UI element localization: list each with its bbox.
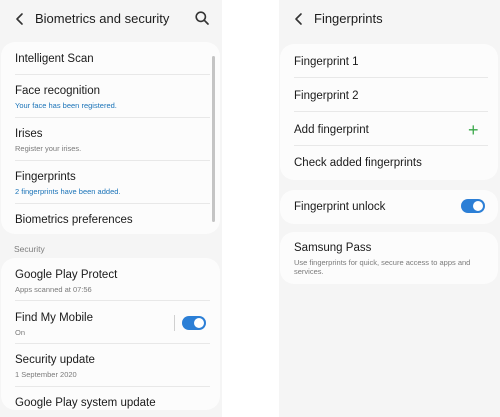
scrollbar[interactable] xyxy=(212,56,215,222)
item-status: 1 September 2020 xyxy=(15,370,77,379)
list-item-security-update[interactable]: Security update 1 September 2020 xyxy=(15,353,210,379)
item-label: Find My Mobile xyxy=(15,312,93,324)
header: Biometrics and security xyxy=(0,0,222,38)
item-label: Biometrics preferences xyxy=(15,214,133,226)
find-my-mobile-toggle[interactable] xyxy=(182,316,206,330)
list-item-fingerprint-unlock[interactable]: Fingerprint unlock xyxy=(294,200,488,214)
header: Fingerprints xyxy=(279,0,500,38)
item-status: On xyxy=(15,328,26,337)
item-label: Security update xyxy=(15,354,95,366)
samsung-pass-card: Samsung Pass Use fingerprints for quick,… xyxy=(280,232,498,284)
list-item-fingerprint-1[interactable]: Fingerprint 1 xyxy=(294,55,488,69)
item-label: Google Play Protect xyxy=(15,269,118,281)
section-header-security: Security xyxy=(14,244,45,254)
list-item-google-play-system-update[interactable]: Google Play system update xyxy=(15,396,210,410)
item-status: Register your irises. xyxy=(15,144,82,153)
divider xyxy=(15,386,210,387)
item-label: Check added fingerprints xyxy=(294,157,422,169)
divider xyxy=(15,343,210,344)
item-description: Use fingerprints for quick, secure acces… xyxy=(294,258,471,276)
list-item-fingerprints[interactable]: Fingerprints 2 fingerprints have been ad… xyxy=(15,170,210,196)
divider xyxy=(15,160,210,161)
divider xyxy=(15,74,210,75)
divider xyxy=(15,300,210,301)
divider xyxy=(294,111,488,112)
item-label: Fingerprints xyxy=(15,171,76,183)
divider xyxy=(294,77,488,78)
list-item-google-play-protect[interactable]: Google Play Protect Apps scanned at 07:5… xyxy=(15,268,210,294)
toggle-knob xyxy=(193,317,205,329)
page-title: Biometrics and security xyxy=(35,11,170,26)
fingerprints-card: Fingerprint 1 Fingerprint 2 Add fingerpr… xyxy=(280,44,498,180)
page-title: Fingerprints xyxy=(314,11,383,26)
toggle-knob xyxy=(472,200,484,212)
list-item-add-fingerprint[interactable]: Add fingerprint xyxy=(294,123,488,137)
back-arrow-icon[interactable] xyxy=(291,11,307,27)
biometrics-security-screen: Biometrics and security Intelligent Scan… xyxy=(0,0,222,417)
divider xyxy=(294,145,488,146)
item-label: Google Play system update xyxy=(15,397,156,409)
search-icon[interactable] xyxy=(194,10,210,26)
fingerprints-screen: Fingerprints Fingerprint 1 Fingerprint 2… xyxy=(279,0,500,417)
biometrics-card: Intelligent Scan Face recognition Your f… xyxy=(1,42,220,234)
plus-icon[interactable]: + xyxy=(468,121,479,139)
back-arrow-icon[interactable] xyxy=(12,11,28,27)
item-status: Your face has been registered. xyxy=(15,101,117,110)
divider xyxy=(15,203,210,204)
item-status: Apps scanned at 07:56 xyxy=(15,285,92,294)
list-item-face-recognition[interactable]: Face recognition Your face has been regi… xyxy=(15,84,210,110)
fingerprint-unlock-toggle[interactable] xyxy=(461,199,485,213)
item-label: Fingerprint 1 xyxy=(294,56,359,68)
list-item-fingerprint-2[interactable]: Fingerprint 2 xyxy=(294,89,488,103)
item-label: Samsung Pass xyxy=(294,242,372,254)
list-item-samsung-pass[interactable]: Samsung Pass Use fingerprints for quick,… xyxy=(294,241,476,276)
item-status: 2 fingerprints have been added. xyxy=(15,187,121,196)
list-item-irises[interactable]: Irises Register your irises. xyxy=(15,127,210,153)
item-label: Fingerprint unlock xyxy=(294,201,386,213)
fingerprint-unlock-card: Fingerprint unlock xyxy=(280,190,498,224)
item-label: Face recognition xyxy=(15,85,101,97)
divider xyxy=(15,117,210,118)
toggle-separator xyxy=(174,315,175,331)
list-item-intelligent-scan[interactable]: Intelligent Scan xyxy=(15,52,210,66)
item-label: Irises xyxy=(15,128,43,140)
security-card: Google Play Protect Apps scanned at 07:5… xyxy=(1,258,220,410)
list-item-biometrics-preferences[interactable]: Biometrics preferences xyxy=(15,213,210,227)
list-item-find-my-mobile[interactable]: Find My Mobile On xyxy=(15,311,210,337)
item-label: Add fingerprint xyxy=(294,124,369,136)
item-label: Intelligent Scan xyxy=(15,53,94,65)
item-label: Fingerprint 2 xyxy=(294,90,359,102)
list-item-check-added-fingerprints[interactable]: Check added fingerprints xyxy=(294,156,488,170)
